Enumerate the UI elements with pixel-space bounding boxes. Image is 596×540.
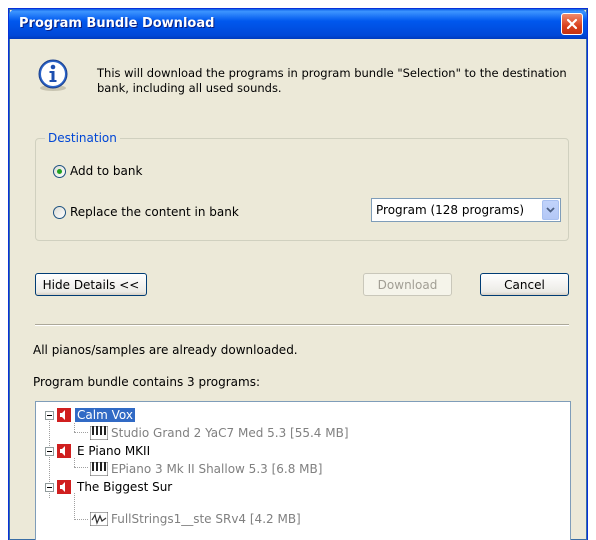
replace-content-radio[interactable]: Replace the content in bank: [53, 205, 239, 219]
tree-node-program[interactable]: Calm Vox: [45, 406, 136, 424]
info-icon: [38, 59, 68, 91]
tree-node-program[interactable]: The Biggest Sur: [45, 478, 174, 496]
cancel-button[interactable]: Cancel: [480, 273, 569, 296]
program-name[interactable]: The Biggest Sur: [75, 480, 174, 494]
close-icon: [566, 18, 578, 30]
close-button[interactable]: [561, 13, 583, 35]
collapse-icon[interactable]: [45, 410, 54, 420]
destination-group-label: Destination: [45, 131, 120, 145]
program-name[interactable]: Calm Vox: [74, 407, 136, 423]
program-speaker-icon: [57, 408, 71, 422]
program-name[interactable]: E Piano MKII: [75, 444, 152, 458]
add-to-bank-label: Add to bank: [70, 164, 143, 178]
replace-content-label: Replace the content in bank: [70, 205, 239, 219]
window-title: Program Bundle Download: [19, 16, 215, 31]
destination-groupbox: [35, 138, 569, 241]
hide-details-button[interactable]: Hide Details <<: [35, 273, 147, 296]
downloaded-status: All pianos/samples are already downloade…: [33, 343, 298, 357]
tree-node-sound[interactable]: EPiano 3 Mk II Shallow 5.3 [6.8 MB]: [90, 460, 322, 478]
info-message: This will download the programs in progr…: [97, 66, 567, 95]
program-tree[interactable]: Calm Vox Studio Grand 2 YaC7 Med 5.3 [55…: [35, 401, 571, 540]
title-bar[interactable]: Program Bundle Download: [9, 9, 587, 39]
sound-name: Studio Grand 2 YaC7 Med 5.3 [55.4 MB]: [111, 426, 349, 440]
bank-select-value: Program (128 programs): [376, 203, 525, 217]
separator: [35, 324, 569, 326]
radio-selected-icon: [53, 164, 66, 178]
dialog-window: Program Bundle Download This will downlo…: [8, 8, 588, 540]
collapse-icon[interactable]: [45, 482, 54, 492]
waveform-icon: [90, 512, 108, 526]
download-button[interactable]: Download: [363, 273, 452, 296]
tree-node-program[interactable]: E Piano MKII: [45, 442, 152, 460]
chevron-down-icon[interactable]: [542, 200, 559, 220]
radio-unselected-icon: [53, 205, 66, 219]
piano-keys-icon: [90, 426, 108, 440]
bank-select[interactable]: Program (128 programs): [371, 198, 561, 222]
sound-name: EPiano 3 Mk II Shallow 5.3 [6.8 MB]: [111, 462, 323, 476]
program-speaker-icon: [57, 444, 71, 458]
tree-node-sound[interactable]: Studio Grand 2 YaC7 Med 5.3 [55.4 MB]: [90, 424, 349, 442]
program-speaker-icon: [57, 480, 71, 494]
bundle-count-text: Program bundle contains 3 programs:: [33, 375, 260, 389]
piano-keys-icon: [90, 462, 108, 476]
collapse-icon[interactable]: [45, 446, 54, 456]
tree-node-sound[interactable]: FullStrings1__ste SRv4 [4.2 MB]: [90, 510, 301, 528]
add-to-bank-radio[interactable]: Add to bank: [53, 164, 142, 178]
sound-name: FullStrings1__ste SRv4 [4.2 MB]: [111, 512, 301, 526]
